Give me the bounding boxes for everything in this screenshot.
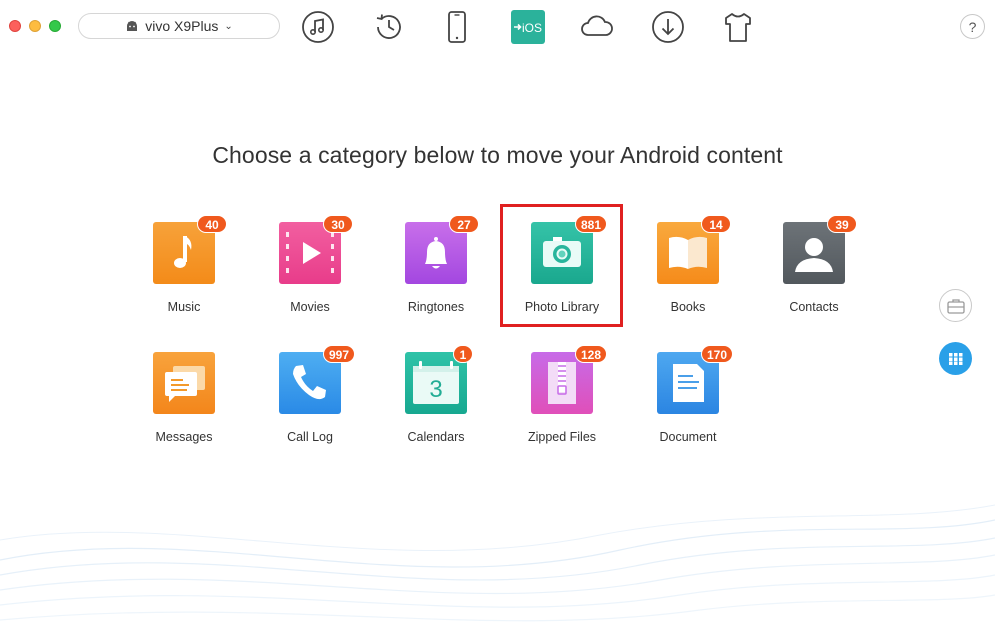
category-count-badge: 1 xyxy=(453,345,473,363)
category-zipped-files[interactable]: 128 Zipped Files xyxy=(507,345,617,462)
zoom-window-button[interactable] xyxy=(49,20,61,32)
toolbox-button[interactable] xyxy=(939,289,972,322)
category-label: Books xyxy=(670,300,706,314)
category-label: Call Log xyxy=(287,430,333,444)
category-ringtones[interactable]: 27 Ringtones xyxy=(381,215,491,332)
shirt-icon[interactable] xyxy=(720,9,756,45)
category-call-log[interactable]: 997 Call Log xyxy=(255,345,365,462)
minimize-window-button[interactable] xyxy=(29,20,41,32)
category-label: Music xyxy=(167,300,201,314)
grid-icon xyxy=(948,352,962,365)
category-contacts[interactable]: 39 Contacts xyxy=(759,215,869,332)
music-icon[interactable] xyxy=(300,9,336,45)
cloud-icon[interactable] xyxy=(579,9,615,45)
category-label: Zipped Files xyxy=(527,430,597,444)
page-title: Choose a category below to move your And… xyxy=(212,142,783,168)
background-waves xyxy=(0,504,995,622)
category-count-badge: 170 xyxy=(701,345,734,363)
toolbox-icon xyxy=(946,298,965,314)
device-name: vivo X9Plus xyxy=(145,18,219,34)
category-count-badge: 14 xyxy=(701,215,731,233)
category-count-badge: 39 xyxy=(827,215,857,233)
android-icon xyxy=(127,21,138,31)
category-count-badge: 997 xyxy=(323,345,356,363)
category-calendars[interactable]: 3 1 Calendars xyxy=(381,345,491,462)
close-window-button[interactable] xyxy=(9,20,21,32)
category-count-badge: 128 xyxy=(575,345,608,363)
category-label: Messages xyxy=(155,430,213,444)
help-button[interactable]: ? xyxy=(960,14,985,39)
category-messages[interactable]: Messages xyxy=(129,352,239,462)
toolbar: vivo X9Plus ⌄ iOS ? xyxy=(0,0,995,54)
history-icon[interactable] xyxy=(371,9,407,45)
category-music[interactable]: 40 Music xyxy=(129,215,239,332)
chevron-down-icon: ⌄ xyxy=(224,20,233,32)
category-count-badge: 40 xyxy=(197,215,227,233)
message-icon xyxy=(153,352,215,414)
category-books[interactable]: 14 Books xyxy=(633,215,743,332)
category-count-badge: 27 xyxy=(449,215,479,233)
ios-label: iOS xyxy=(522,21,542,35)
selection-highlight xyxy=(500,204,623,327)
category-label: Ringtones xyxy=(407,300,465,314)
phone-icon[interactable] xyxy=(439,9,475,45)
to-ios-icon[interactable]: iOS xyxy=(510,9,546,45)
category-count-badge: 30 xyxy=(323,215,353,233)
calendar-day: 3 xyxy=(429,376,442,403)
category-view-button[interactable] xyxy=(939,342,972,375)
category-label: Movies xyxy=(290,300,330,314)
category-document[interactable]: 170 Document xyxy=(633,345,743,462)
download-icon[interactable] xyxy=(650,9,686,45)
category-label: Document xyxy=(659,430,717,444)
category-label: Contacts xyxy=(789,300,839,314)
device-selector[interactable]: vivo X9Plus ⌄ xyxy=(78,13,280,39)
category-label: Calendars xyxy=(407,430,465,444)
category-movies[interactable]: 30 Movies xyxy=(255,215,365,332)
